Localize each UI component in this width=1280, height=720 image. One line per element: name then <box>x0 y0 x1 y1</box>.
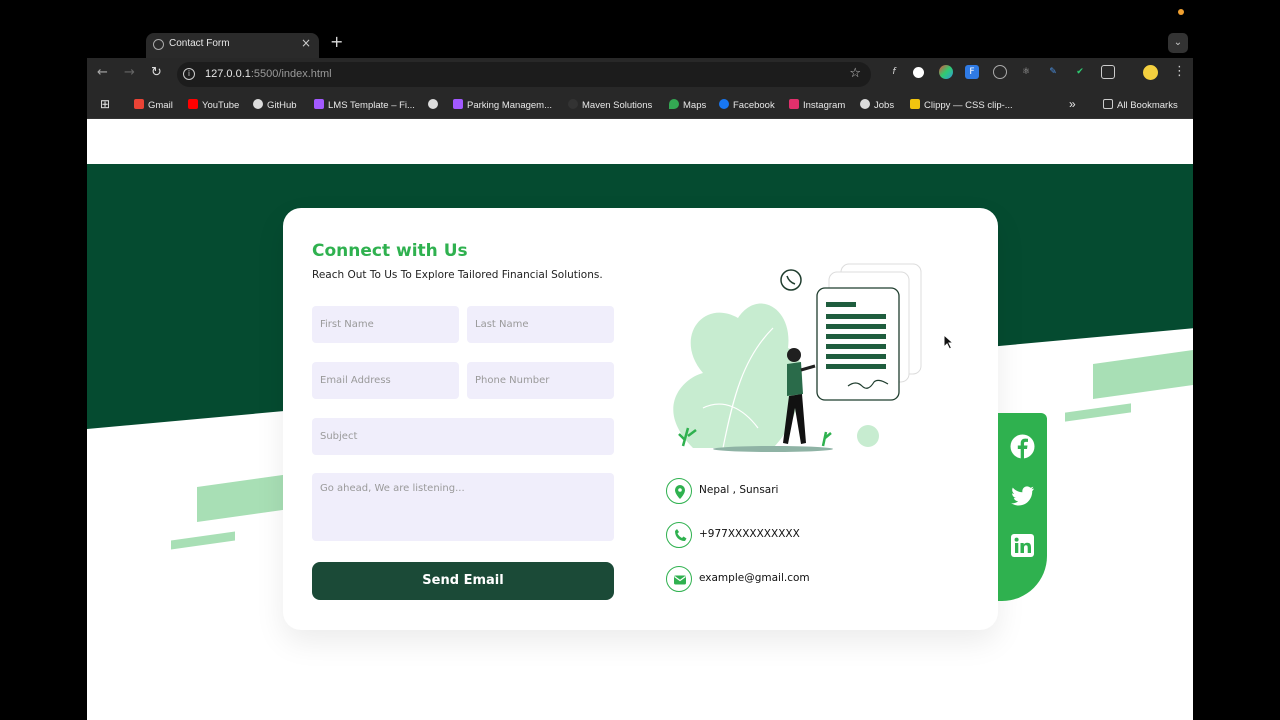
react-extension-icon[interactable]: ⚛ <box>1019 65 1033 79</box>
font-extension-icon[interactable]: f <box>887 65 901 79</box>
bookmark-parking[interactable]: Parking Managem... <box>453 99 552 111</box>
figma-icon <box>314 99 324 109</box>
bookmark-lms[interactable]: LMS Template – Fi... <box>314 99 415 111</box>
send-email-button[interactable]: Send Email <box>312 562 614 600</box>
decor-stripe <box>1093 349 1193 400</box>
tab-close-icon[interactable]: × <box>301 36 311 50</box>
url-path: :5500/index.html <box>250 68 332 80</box>
forward-icon[interactable]: → <box>124 65 135 80</box>
tab-strip: Contact Form × + ⌄ <box>87 30 1193 58</box>
decor-stripe <box>171 531 235 550</box>
twitter-icon[interactable] <box>1010 483 1035 508</box>
envelope-icon <box>666 566 692 592</box>
bookmark-youtube[interactable]: YouTube <box>188 99 239 111</box>
profile-avatar[interactable] <box>1143 65 1158 80</box>
site-info-icon[interactable]: i <box>183 68 195 80</box>
github-icon <box>253 99 263 109</box>
pen-extension-icon[interactable]: ✎ <box>1046 65 1060 79</box>
notification-dot <box>1178 9 1184 15</box>
bookmark-maven[interactable]: Maven Solutions <box>568 99 652 111</box>
all-bookmarks-button[interactable]: All Bookmarks <box>1103 99 1178 111</box>
address-bar[interactable]: i 127.0.0.1:5500/index.html ☆ <box>177 62 871 87</box>
bookmarks-overflow-button[interactable]: » <box>1069 97 1076 111</box>
tab-globe-icon <box>153 39 164 50</box>
contact-card: Connect with Us Reach Out To Us To Explo… <box>283 208 998 630</box>
bookmark-jobs[interactable]: Jobs <box>860 99 894 111</box>
bookmark-label: Maven Solutions <box>582 100 653 111</box>
color-extension-icon[interactable] <box>939 65 953 79</box>
youtube-icon <box>188 99 198 109</box>
bookmark-github[interactable]: GitHub <box>253 99 297 111</box>
tab-title: Contact Form <box>169 38 230 49</box>
extensions-puzzle-icon[interactable] <box>1101 65 1115 79</box>
fe-extension-icon[interactable]: F <box>965 65 979 79</box>
instagram-icon <box>789 99 799 109</box>
reload-icon[interactable]: ↻ <box>151 65 162 80</box>
contact-heading: Connect with Us <box>312 241 468 261</box>
back-icon[interactable]: ← <box>97 65 108 80</box>
browser-menu-icon[interactable]: ⋮ <box>1173 64 1186 79</box>
browser-window: Contact Form × + ⌄ ← → ↻ i 127.0.0.1:550… <box>87 30 1193 720</box>
maps-icon <box>669 99 679 109</box>
facebook-icon[interactable] <box>1010 434 1035 459</box>
bookmark-label: Clippy — CSS clip-... <box>924 100 1013 111</box>
phone-icon <box>666 522 692 548</box>
gmail-icon <box>134 99 144 109</box>
maven-icon <box>568 99 578 109</box>
bookmark-label: GitHub <box>267 100 297 111</box>
bookmark-label: YouTube <box>202 100 240 111</box>
bookmark-label: Parking Managem... <box>467 100 553 111</box>
new-tab-button[interactable]: + <box>330 32 343 51</box>
facebook-icon <box>719 99 729 109</box>
bookmark-star-icon[interactable]: ☆ <box>849 66 861 81</box>
email-input[interactable] <box>312 362 459 399</box>
bookmark-label: Maps <box>683 100 707 111</box>
all-bookmarks-label: All Bookmarks <box>1117 100 1178 111</box>
last-name-input[interactable] <box>467 306 614 343</box>
folder-icon <box>1103 99 1113 109</box>
mouse-cursor <box>943 334 955 350</box>
bookmark-label: LMS Template – Fi... <box>328 100 415 111</box>
contact-subheading: Reach Out To Us To Explore Tailored Fina… <box>312 269 603 281</box>
bookmark-gmail[interactable]: Gmail <box>134 99 173 111</box>
contrast-extension-icon[interactable] <box>913 67 924 78</box>
location-pin-icon <box>666 478 692 504</box>
social-links-panel <box>998 413 1047 601</box>
decor-stripe <box>197 472 297 523</box>
url-text[interactable]: 127.0.0.1:5500/index.html <box>205 68 332 80</box>
apps-grid-icon[interactable]: ⊞ <box>100 97 110 111</box>
decor-stripe <box>1065 403 1131 422</box>
bookmark-label: Jobs <box>874 100 895 111</box>
target-extension-icon[interactable] <box>993 65 1007 79</box>
check-extension-icon[interactable]: ✔ <box>1073 65 1087 79</box>
bookmark-label: Facebook <box>733 100 775 111</box>
phone-text: +977XXXXXXXXXX <box>699 528 800 540</box>
bookmark-facebook[interactable]: Facebook <box>719 99 775 111</box>
bookmarks-bar: ⊞ Gmail YouTube GitHub LMS Template – Fi… <box>87 90 1193 119</box>
bookmark-instagram[interactable]: Instagram <box>789 99 845 111</box>
email-text: example@gmail.com <box>699 572 810 584</box>
tab-contact-form[interactable]: Contact Form × <box>146 33 319 58</box>
linkedin-icon[interactable] <box>1010 533 1035 558</box>
contact-illustration <box>673 263 922 452</box>
browser-toolbar: ← → ↻ i 127.0.0.1:5500/index.html ☆ f F … <box>87 58 1193 90</box>
clippy-icon <box>910 99 920 109</box>
bookmark-globe[interactable] <box>428 99 442 111</box>
figma-icon <box>453 99 463 109</box>
url-host: 127.0.0.1 <box>205 68 251 80</box>
bookmark-label: Gmail <box>148 100 173 111</box>
globe-icon <box>860 99 870 109</box>
subject-input[interactable] <box>312 418 614 455</box>
bookmark-clippy[interactable]: Clippy — CSS clip-... <box>910 99 1013 111</box>
tab-search-button[interactable]: ⌄ <box>1168 33 1188 53</box>
first-name-input[interactable] <box>312 306 459 343</box>
page-viewport: Connect with Us Reach Out To Us To Explo… <box>87 119 1193 720</box>
bookmark-label: Instagram <box>803 100 846 111</box>
message-textarea[interactable] <box>312 473 614 541</box>
globe-icon <box>428 99 438 109</box>
bookmark-maps[interactable]: Maps <box>669 99 706 111</box>
phone-input[interactable] <box>467 362 614 399</box>
location-text: Nepal , Sunsari <box>699 484 779 496</box>
